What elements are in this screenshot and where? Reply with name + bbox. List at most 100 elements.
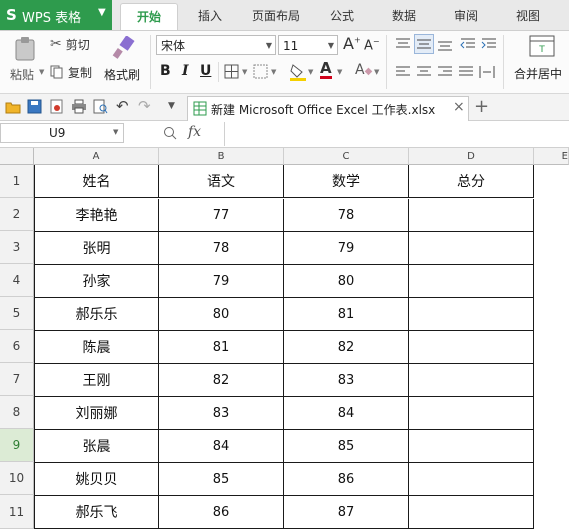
table-cell-math[interactable]: 86 (284, 463, 409, 496)
shrink-font-button[interactable]: A− (364, 37, 380, 53)
copy-button[interactable]: 复制 (50, 62, 102, 82)
row-header-2[interactable]: 2 (0, 198, 34, 231)
header-cell-name[interactable]: 姓名 (35, 165, 159, 198)
table-cell-name[interactable]: 刘丽娜 (35, 397, 159, 430)
table-cell-math[interactable]: 78 (284, 199, 409, 232)
header-cell-chinese[interactable]: 语文 (159, 165, 284, 198)
table-cell-name[interactable]: 张晨 (35, 430, 159, 463)
wps-app-menu-button[interactable]: S WPS 表格 ▼ (0, 0, 112, 30)
chevron-down-icon[interactable]: ▼ (374, 68, 379, 76)
export-pdf-icon[interactable] (49, 99, 64, 114)
table-cell-total[interactable] (409, 496, 534, 529)
cell-style-icon[interactable] (253, 64, 269, 80)
table-cell-name[interactable]: 孙家 (35, 265, 159, 298)
grow-font-button[interactable]: A+ (343, 34, 361, 53)
table-cell-chinese[interactable]: 80 (159, 298, 284, 331)
table-cell-total[interactable] (409, 364, 534, 397)
row-header-1[interactable]: 1 (0, 165, 34, 198)
table-cell-total[interactable] (409, 463, 534, 496)
format-painter-button[interactable]: 格式刷 (103, 36, 145, 90)
font-name-select[interactable]: 宋体 ▼ (156, 35, 276, 55)
empty-column-e[interactable] (534, 165, 569, 529)
table-cell-name[interactable]: 郝乐乐 (35, 298, 159, 331)
table-cell-total[interactable] (409, 298, 534, 331)
column-header-c[interactable]: C (284, 148, 409, 165)
cut-button[interactable]: ✂ 剪切 (50, 34, 102, 54)
save-icon[interactable] (27, 99, 42, 114)
table-cell-total[interactable] (409, 265, 534, 298)
chevron-down-icon[interactable]: ▼ (308, 68, 313, 76)
align-left-icon[interactable] (395, 65, 411, 79)
table-cell-math[interactable]: 82 (284, 331, 409, 364)
align-right-icon[interactable] (437, 65, 453, 79)
table-cell-chinese[interactable]: 82 (159, 364, 284, 397)
customize-toolbar-chevron-icon[interactable]: ▼ (168, 101, 175, 111)
table-cell-chinese[interactable]: 83 (159, 397, 284, 430)
font-size-select[interactable]: 11 ▼ (278, 35, 338, 55)
tab-formulas[interactable]: 公式 (314, 3, 370, 29)
row-header-4[interactable]: 4 (0, 264, 34, 297)
font-color-button[interactable]: A (320, 60, 332, 79)
tab-insert[interactable]: 插入 (182, 3, 238, 29)
chevron-down-icon[interactable]: ▼ (337, 68, 342, 76)
table-cell-name[interactable]: 张明 (35, 232, 159, 265)
table-cell-name[interactable]: 王刚 (35, 364, 159, 397)
tab-page-layout[interactable]: 页面布局 (244, 3, 308, 29)
name-box[interactable]: U9 ▼ (0, 123, 124, 143)
column-header-e[interactable]: E (534, 148, 569, 165)
tab-home[interactable]: 开始 (120, 3, 178, 30)
clear-format-button[interactable]: A◆ (355, 62, 372, 78)
print-preview-icon[interactable] (93, 99, 108, 114)
header-cell-math[interactable]: 数学 (284, 165, 409, 198)
merge-center-button[interactable]: T 合并居中 (510, 34, 569, 90)
underline-button[interactable]: U (200, 63, 211, 79)
increase-indent-icon[interactable] (481, 37, 497, 51)
align-middle-button[interactable] (414, 34, 434, 54)
table-cell-total[interactable] (409, 199, 534, 232)
table-cell-name[interactable]: 陈晨 (35, 331, 159, 364)
table-cell-total[interactable] (409, 331, 534, 364)
table-cell-math[interactable]: 80 (284, 265, 409, 298)
table-cell-chinese[interactable]: 84 (159, 430, 284, 463)
fill-color-icon[interactable] (289, 62, 307, 82)
row-header-10[interactable]: 10 (0, 462, 34, 495)
table-cell-total[interactable] (409, 397, 534, 430)
align-bottom-icon[interactable] (437, 38, 453, 52)
tab-review[interactable]: 审阅 (438, 3, 494, 29)
formula-input[interactable] (224, 122, 569, 146)
row-header-9[interactable]: 9 (0, 429, 34, 462)
table-cell-chinese[interactable]: 85 (159, 463, 284, 496)
table-cell-chinese[interactable]: 78 (159, 232, 284, 265)
tab-data[interactable]: 数据 (376, 3, 432, 29)
table-cell-name[interactable]: 郝乐飞 (35, 496, 159, 529)
table-cell-name[interactable]: 李艳艳 (35, 199, 159, 232)
table-cell-math[interactable]: 85 (284, 430, 409, 463)
open-folder-icon[interactable] (5, 100, 21, 114)
table-cell-total[interactable] (409, 430, 534, 463)
row-header-6[interactable]: 6 (0, 330, 34, 363)
row-header-7[interactable]: 7 (0, 363, 34, 396)
new-tab-plus-icon[interactable]: + (474, 96, 489, 117)
table-cell-math[interactable]: 83 (284, 364, 409, 397)
insert-function-button[interactable]: fx (188, 124, 201, 140)
table-cell-chinese[interactable]: 79 (159, 265, 284, 298)
tab-view[interactable]: 视图 (500, 3, 556, 29)
align-center-icon[interactable] (416, 65, 432, 79)
borders-icon[interactable] (224, 64, 240, 80)
row-header-5[interactable]: 5 (0, 297, 34, 330)
decrease-indent-icon[interactable] (460, 37, 476, 51)
bold-button[interactable]: B (160, 63, 171, 79)
paste-button[interactable]: 粘贴 ▼ (6, 36, 46, 90)
row-header-8[interactable]: 8 (0, 396, 34, 429)
align-top-icon[interactable] (395, 37, 411, 51)
justify-icon[interactable] (458, 65, 474, 79)
row-header-11[interactable]: 11 (0, 495, 34, 529)
column-header-a[interactable]: A (34, 148, 159, 165)
close-icon[interactable]: × (453, 99, 465, 115)
zoom-search-icon[interactable] (163, 126, 177, 140)
table-cell-name[interactable]: 姚贝贝 (35, 463, 159, 496)
table-cell-chinese[interactable]: 81 (159, 331, 284, 364)
undo-icon[interactable]: ↶ (116, 97, 129, 115)
table-cell-math[interactable]: 87 (284, 496, 409, 529)
table-cell-chinese[interactable]: 77 (159, 199, 284, 232)
